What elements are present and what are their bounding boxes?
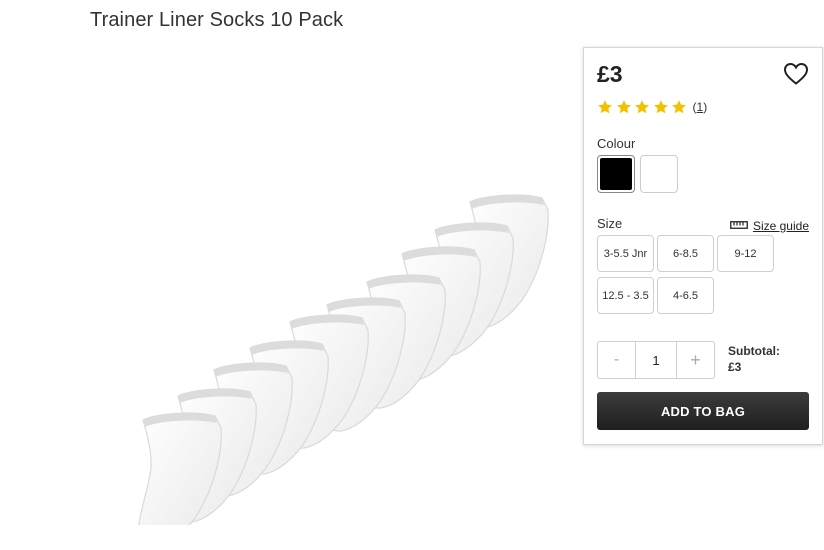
star-icon xyxy=(598,100,612,114)
size-option-4-6.5[interactable]: 4-6.5 xyxy=(657,277,714,314)
size-label: Size xyxy=(597,216,623,231)
buy-box: £3 (1) Colour Size Size guide 3-5.5 Jnr … xyxy=(583,47,823,445)
subtotal-label: Subtotal: xyxy=(728,344,780,358)
size-option-3-5.5-jnr[interactable]: 3-5.5 Jnr xyxy=(597,235,654,272)
quantity-stepper: - 1 + xyxy=(597,341,715,379)
socks-image xyxy=(138,194,549,547)
star-icon xyxy=(672,100,686,114)
colour-label: Colour xyxy=(597,136,636,151)
size-guide-link[interactable]: Size guide xyxy=(730,219,809,233)
subtotal-value: £3 xyxy=(728,360,742,374)
review-count-close: ) xyxy=(703,100,708,114)
rating: (1) xyxy=(597,99,707,115)
size-guide-label[interactable]: Size guide xyxy=(753,219,809,233)
price: £3 xyxy=(597,61,623,87)
product-title: Trainer Liner Socks 10 Pack xyxy=(90,9,344,31)
star-icon xyxy=(635,100,649,114)
review-count-link[interactable]: (1) xyxy=(693,100,708,114)
colour-swatch-black[interactable] xyxy=(597,155,635,193)
size-option-9-12[interactable]: 9-12 xyxy=(717,235,774,272)
size-option-6-8.5[interactable]: 6-8.5 xyxy=(657,235,714,272)
star-rating xyxy=(597,99,690,115)
add-to-bag-button[interactable]: ADD TO BAG xyxy=(597,392,809,430)
ruler-icon xyxy=(730,219,748,233)
heart-icon[interactable] xyxy=(783,62,809,86)
quantity-increase-button[interactable]: + xyxy=(676,342,714,378)
star-icon xyxy=(616,100,631,114)
product-image xyxy=(90,180,560,547)
star-icon xyxy=(653,100,668,114)
size-option-12.5-3.5[interactable]: 12.5 - 3.5 xyxy=(597,277,654,314)
quantity-decrease-button[interactable]: - xyxy=(598,342,636,378)
colour-swatch-white[interactable] xyxy=(640,155,678,193)
quantity-input[interactable]: 1 xyxy=(636,342,676,378)
